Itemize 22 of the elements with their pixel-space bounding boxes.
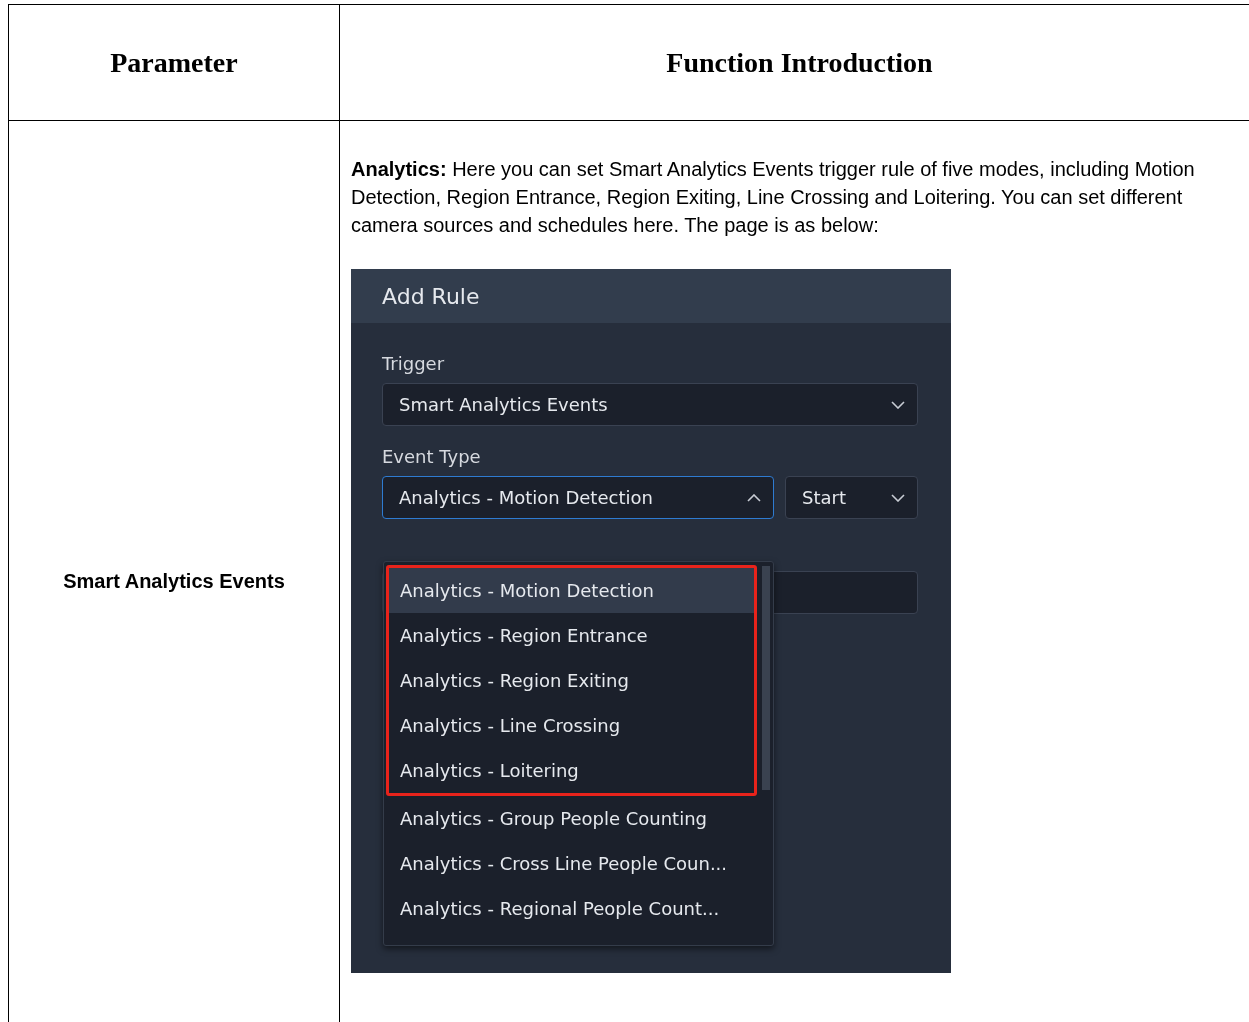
dropdown-option[interactable]: Analytics - Loitering	[389, 748, 754, 793]
dropdown-option[interactable]: Analytics - Cross Line People Coun...	[384, 841, 773, 886]
field-label: Trigger	[382, 353, 446, 374]
edge-dropdown[interactable]: Start	[785, 476, 918, 519]
chevron-icon	[747, 493, 761, 502]
description-text: Analytics: Here you can set Smart Analytics Events trigger rule of five modes, including Motion Detection, Region Entrance, Region Exiting, Line Crossing and Loitering. You can set different camera sources and schedules here. The page is as below:	[351, 157, 1196, 238]
dropdown-option[interactable]: Analytics - Line Crossing	[389, 703, 754, 748]
dropdown-option[interactable]: Analytics - Region Exiting	[389, 658, 754, 703]
dropdown-option[interactable]: Analytics - Motion Detection	[389, 568, 754, 613]
field-label: Event Type	[382, 446, 482, 467]
event-type-dropdown[interactable]: Analytics - Motion Detection	[382, 476, 774, 519]
dropdown-option[interactable]: Analytics - Regional People Count...	[384, 886, 773, 931]
chevron-icon	[891, 493, 905, 502]
table-cell-text: Smart Analytics Events	[62, 568, 286, 594]
dropdown-option[interactable]: Analytics - Region Entrance	[389, 613, 754, 658]
column-header: Function Introduction	[339, 5, 1249, 121]
dropdown-option[interactable]: Analytics - Group People Counting	[384, 796, 773, 841]
trigger-dropdown[interactable]: Smart Analytics Events	[382, 383, 918, 426]
scrollbar[interactable]	[762, 566, 770, 790]
dialog-title: Add Rule	[351, 269, 951, 323]
column-header: Parameter	[9, 5, 339, 121]
chevron-icon	[891, 400, 905, 409]
